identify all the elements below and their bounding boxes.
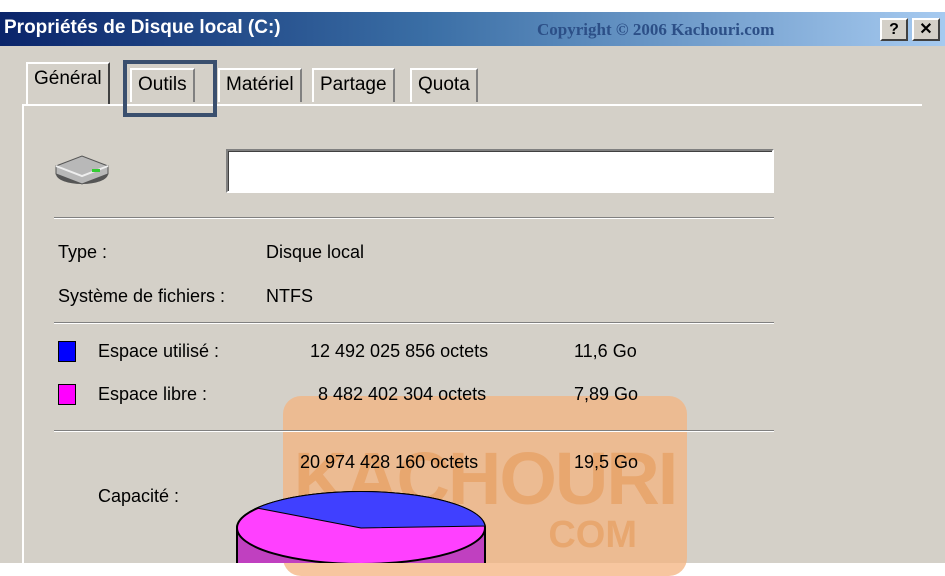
filesystem-value: NTFS (266, 286, 313, 306)
separator-middle (54, 322, 774, 324)
used-space-label: Espace utilisé : (98, 341, 220, 361)
free-space-label: Espace libre : (98, 384, 208, 404)
disk-usage-pie (236, 491, 486, 563)
free-space-swatch (58, 384, 76, 405)
capacity-size: 19,5 Go (574, 452, 639, 472)
tab-general[interactable]: Général (26, 62, 110, 104)
hard-drive-icon (55, 155, 109, 185)
tab-partage[interactable]: Partage (312, 68, 395, 102)
window-title: Propriétés de Disque local (C:) (4, 17, 281, 38)
help-button[interactable]: ? (880, 18, 908, 41)
tab-highlight-outils (123, 60, 217, 117)
free-space-size: 7,89 Go (574, 384, 639, 404)
copyright-watermark: Copyright © 2006 Kachouri.com (537, 20, 775, 39)
type-value: Disque local (266, 242, 365, 262)
separator-bottom (54, 430, 774, 432)
capacity-bytes: 20 974 428 160 octets (300, 452, 479, 472)
title-bar[interactable]: Propriétés de Disque local (C:) Copyrigh… (0, 12, 945, 46)
used-space-bytes: 12 492 025 856 octets (310, 341, 489, 361)
volume-name-input[interactable] (226, 149, 774, 193)
type-label: Type : (58, 242, 108, 262)
used-space-swatch (58, 341, 76, 362)
separator-top (54, 217, 774, 219)
filesystem-label: Système de fichiers : (58, 286, 226, 306)
tab-quota[interactable]: Quota (410, 68, 478, 102)
used-space-size: 11,6 Go (574, 341, 637, 361)
tab-materiel[interactable]: Matériel (218, 68, 302, 102)
capacity-label: Capacité : (98, 486, 180, 506)
close-button[interactable]: ✕ (912, 18, 940, 41)
free-space-bytes: 8 482 402 304 octets (318, 384, 487, 404)
